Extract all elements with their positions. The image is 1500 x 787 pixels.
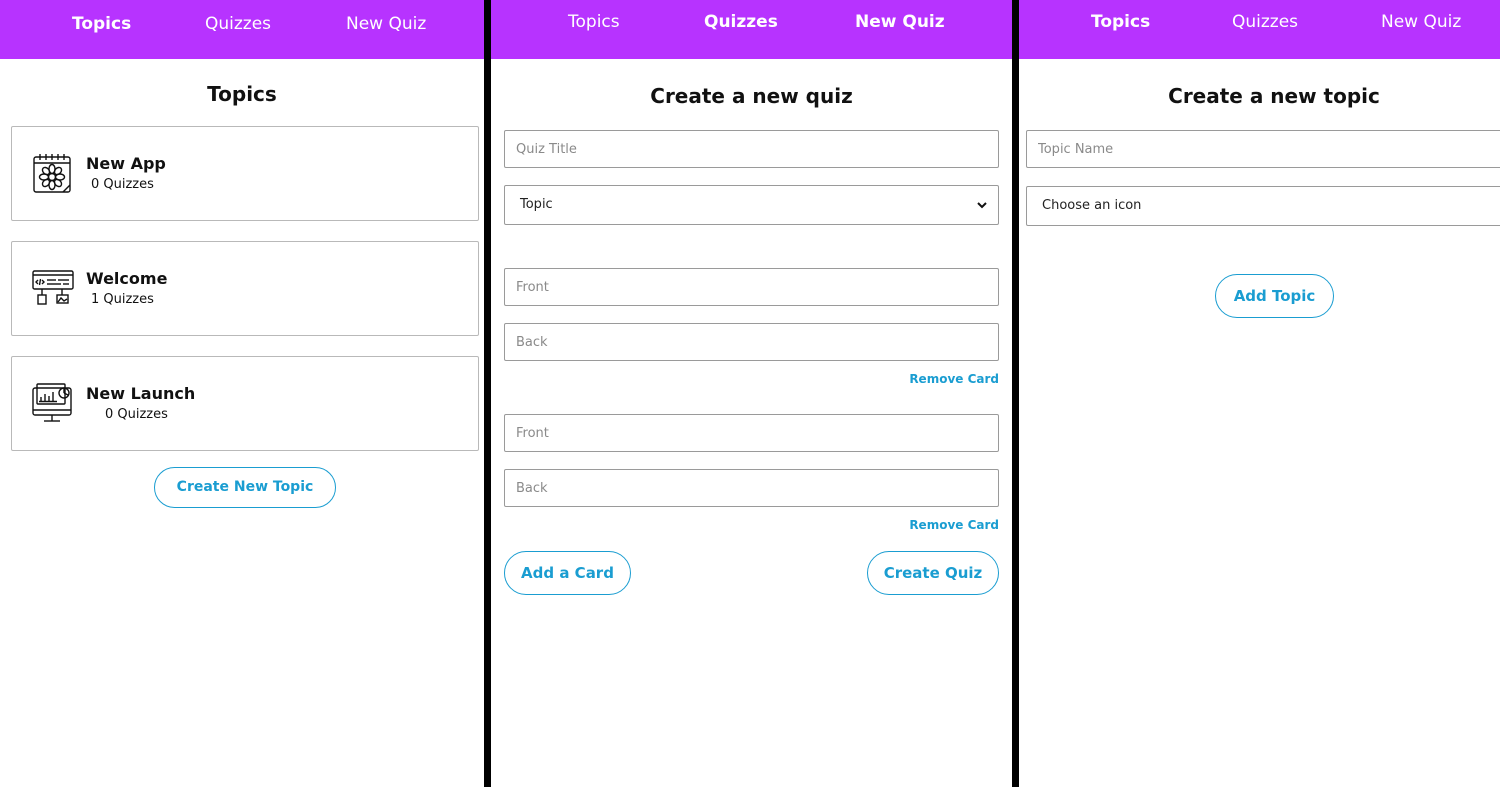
topics-screen: Topics Quizzes New Quiz Topics New App 0… — [0, 0, 484, 787]
remove-card-button[interactable]: Remove Card — [909, 372, 999, 386]
page-title: Topics — [207, 82, 277, 106]
card-back-field[interactable] — [504, 469, 999, 507]
card-front-field[interactable] — [504, 414, 999, 452]
quiz-title-input[interactable] — [505, 131, 998, 167]
nav-topics-link[interactable]: Topics — [568, 0, 620, 59]
card-front-input[interactable] — [505, 269, 998, 305]
add-card-button[interactable]: Add a Card — [504, 551, 631, 595]
topic-card[interactable]: Welcome 1 Quizzes — [11, 241, 479, 336]
topic-select-value: Topic — [520, 197, 553, 212]
remove-card-button[interactable]: Remove Card — [909, 518, 999, 532]
page-title: Create a new quiz — [650, 84, 853, 108]
topic-quiz-count: 1 Quizzes — [91, 292, 154, 307]
code-window-icon — [32, 270, 74, 305]
nav-quizzes-link[interactable]: Quizzes — [704, 0, 778, 59]
create-quiz-button[interactable]: Create Quiz — [867, 551, 999, 595]
create-new-topic-button[interactable]: Create New Topic — [154, 467, 336, 508]
nav-bar: Topics Quizzes New Quiz — [0, 0, 484, 59]
topic-quiz-count: 0 Quizzes — [105, 407, 168, 422]
card-back-input[interactable] — [505, 324, 998, 360]
nav-quizzes-link[interactable]: Quizzes — [1232, 0, 1298, 59]
new-topic-screen: Topics Quizzes New Quiz Create a new top… — [1019, 0, 1500, 787]
nav-new-quiz-link[interactable]: New Quiz — [1381, 0, 1461, 59]
topic-name-field[interactable] — [1026, 130, 1500, 168]
calendar-flower-icon — [33, 154, 71, 193]
topic-name: Welcome — [86, 269, 168, 288]
nav-quizzes-link[interactable]: Quizzes — [205, 0, 271, 59]
card-front-field[interactable] — [504, 268, 999, 306]
nav-bar: Topics Quizzes New Quiz — [491, 0, 1012, 59]
topic-card[interactable]: New Launch 0 Quizzes — [11, 356, 479, 451]
topic-select[interactable]: Topic — [504, 185, 999, 225]
icon-select-value: Choose an icon — [1042, 198, 1142, 213]
add-topic-button[interactable]: Add Topic — [1215, 274, 1334, 318]
topic-name: New Launch — [86, 384, 196, 403]
page-title: Create a new topic — [1168, 84, 1380, 108]
nav-topics-link[interactable]: Topics — [1091, 0, 1150, 59]
nav-topics-link[interactable]: Topics — [72, 0, 131, 59]
chevron-down-icon — [977, 202, 987, 209]
topic-name-input[interactable] — [1027, 131, 1500, 167]
topic-card[interactable]: New App 0 Quizzes — [11, 126, 479, 221]
new-quiz-screen: Topics Quizzes New Quiz Create a new qui… — [491, 0, 1012, 787]
monitor-chart-icon — [32, 383, 72, 422]
nav-new-quiz-link[interactable]: New Quiz — [855, 0, 945, 59]
card-back-input[interactable] — [505, 470, 998, 506]
nav-new-quiz-link[interactable]: New Quiz — [346, 0, 426, 59]
topic-quiz-count: 0 Quizzes — [91, 177, 154, 192]
quiz-title-field[interactable] — [504, 130, 999, 168]
card-front-input[interactable] — [505, 415, 998, 451]
nav-bar: Topics Quizzes New Quiz — [1019, 0, 1500, 59]
topic-name: New App — [86, 154, 166, 173]
card-back-field[interactable] — [504, 323, 999, 361]
icon-select[interactable]: Choose an icon — [1026, 186, 1500, 226]
